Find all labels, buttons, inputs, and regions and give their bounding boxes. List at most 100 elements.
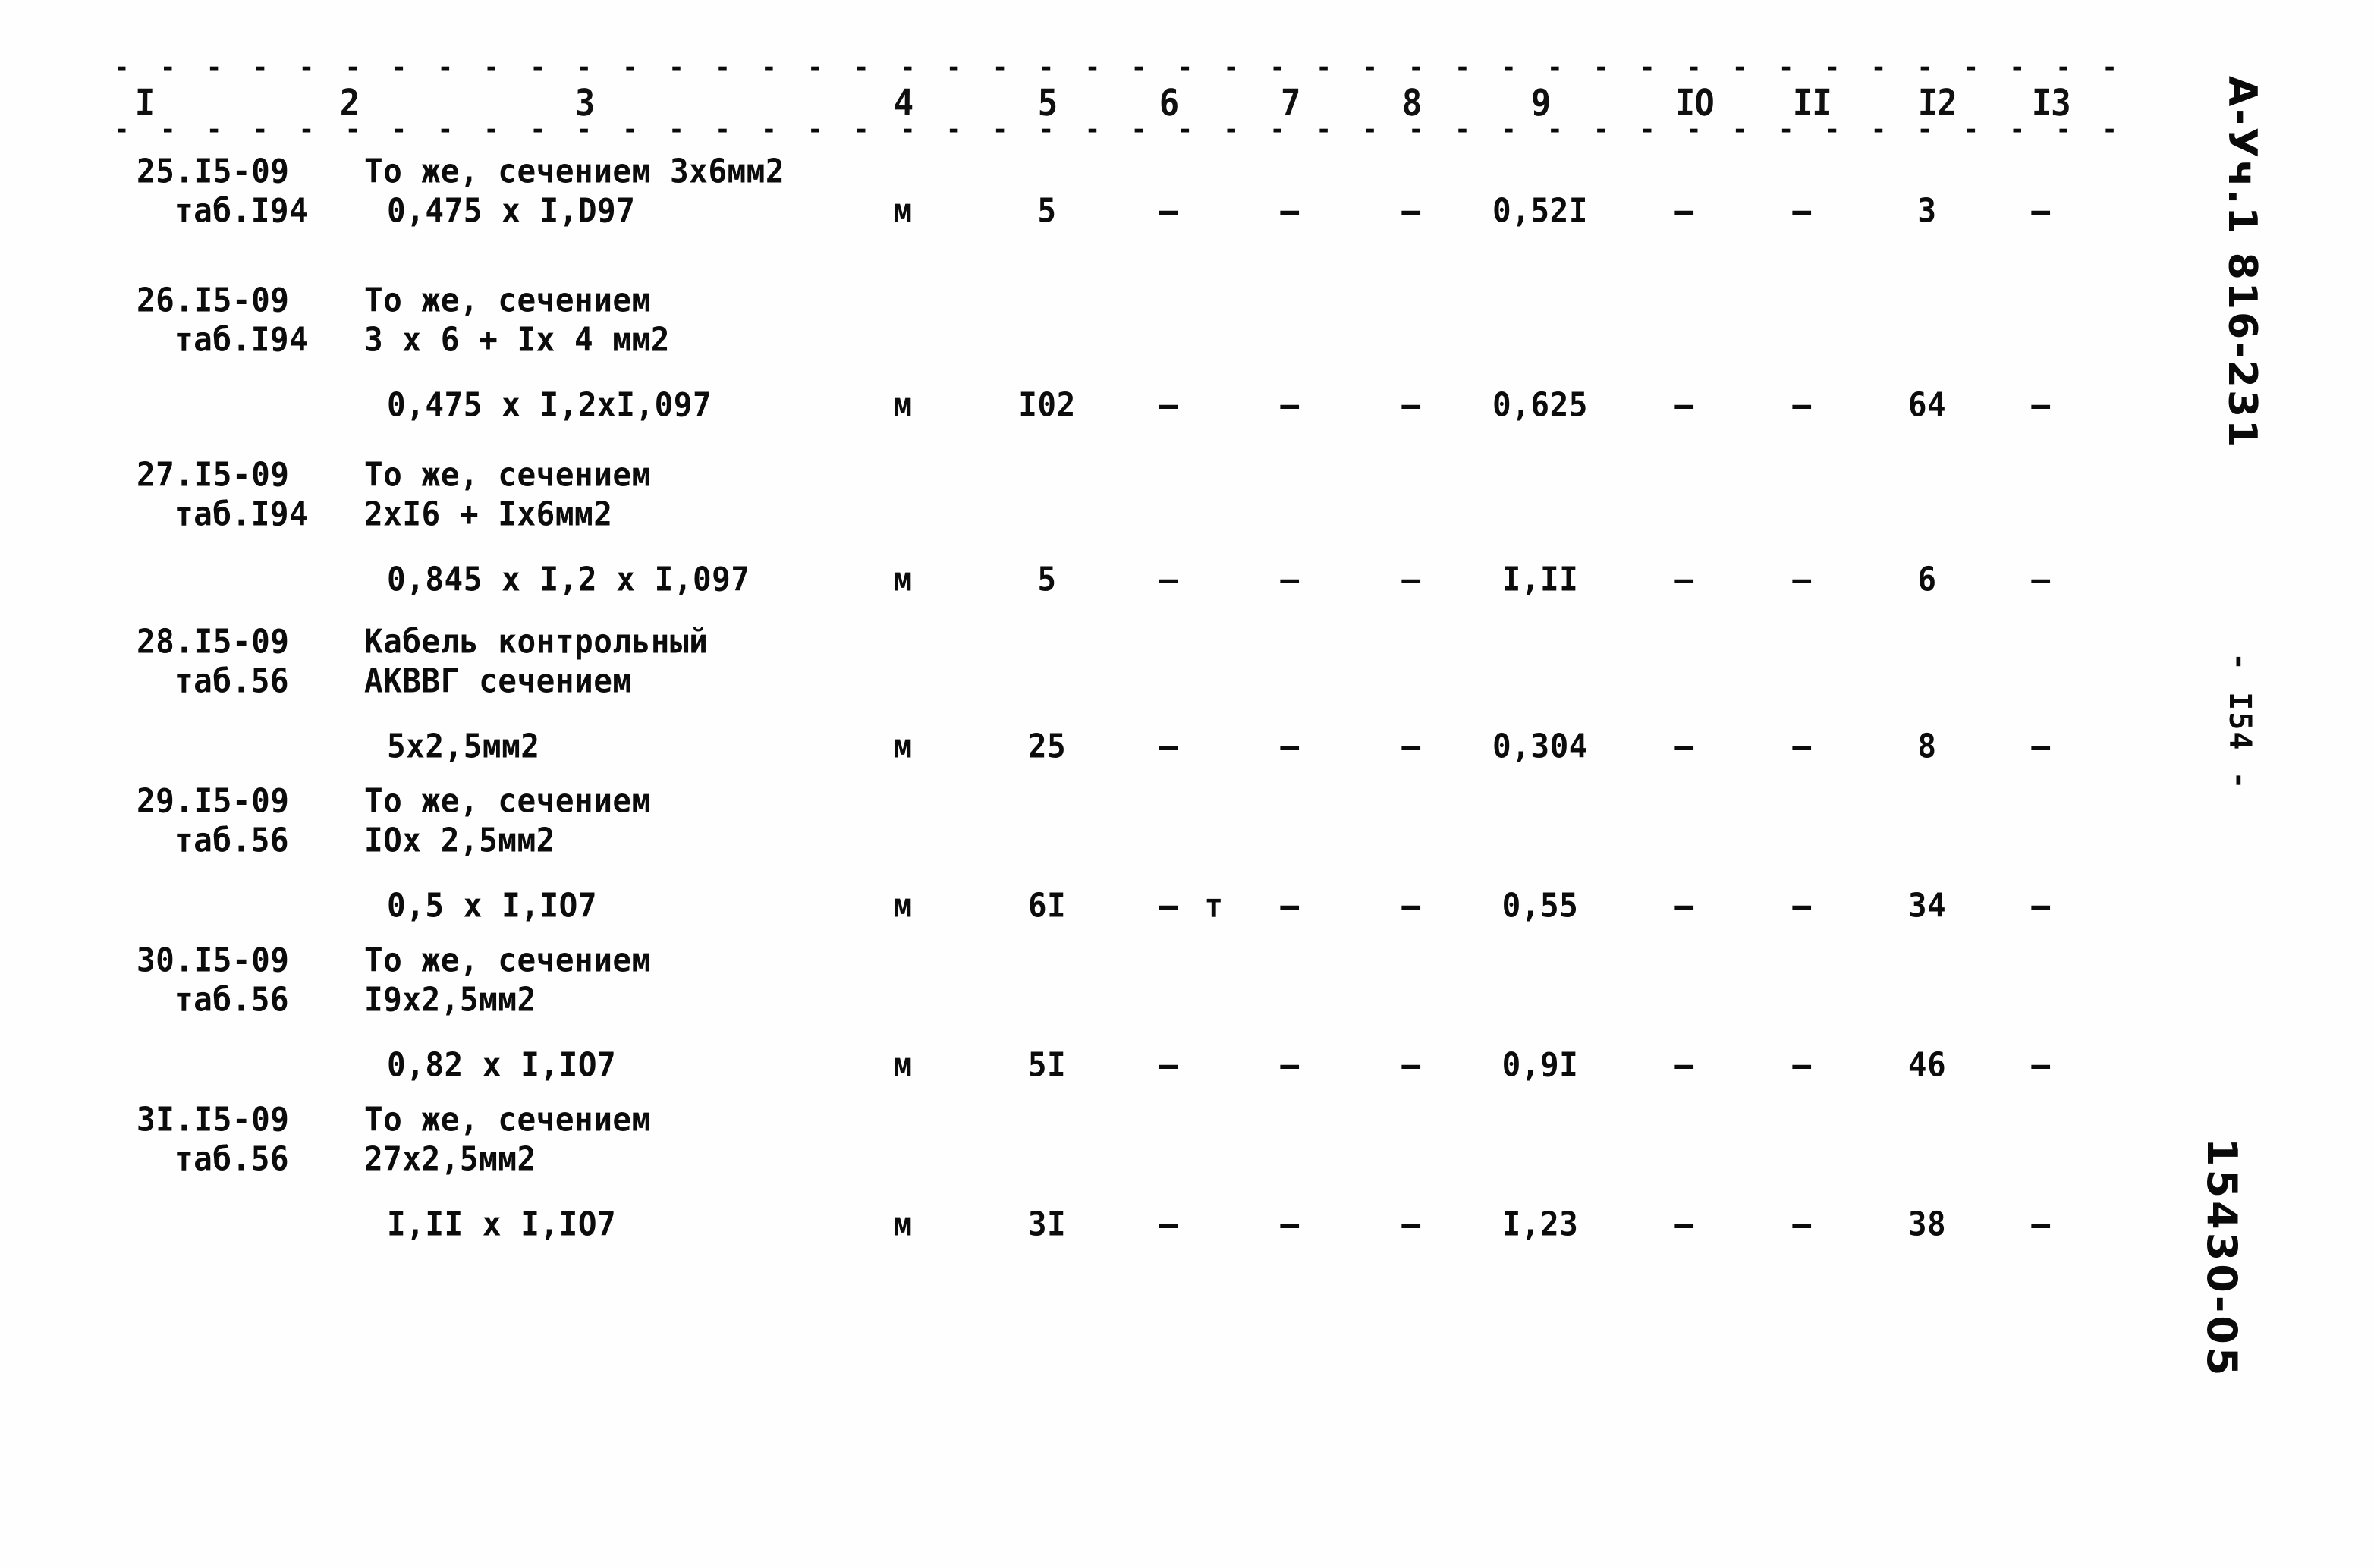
margin-page-number: - I54 - xyxy=(2222,652,2257,791)
row-norm-reference: таб.56 xyxy=(175,980,290,1019)
row-description-line: АКВВГ сечением xyxy=(364,661,632,700)
row-col7: – xyxy=(1280,191,1300,230)
margin-archive-code-top: А-Уч.1 816-231 xyxy=(2219,76,2265,450)
row-col11: – xyxy=(1792,191,1812,230)
row-col6: – xyxy=(1159,560,1178,599)
row-col10: – xyxy=(1674,560,1694,599)
row-norm-reference: таб.56 xyxy=(175,821,290,859)
column-number-6: 6 xyxy=(1159,82,1179,125)
row-unit: м xyxy=(893,560,913,599)
row-col11: – xyxy=(1792,886,1812,925)
row-col9: I,II xyxy=(1501,560,1579,599)
row-col6: – xyxy=(1159,1205,1178,1243)
column-number-5: 5 xyxy=(1037,82,1058,125)
row-col10: – xyxy=(1674,191,1694,230)
row-formula: 0,845 х I,2 х I,097 xyxy=(387,560,750,599)
row-unit: м xyxy=(893,1205,913,1243)
row-col9: 0,304 xyxy=(1492,727,1588,765)
row-col7: – xyxy=(1280,1045,1300,1084)
row-unit: м xyxy=(893,191,913,230)
row-position-number: 3I.I5-09 xyxy=(137,1100,290,1139)
row-col6: – xyxy=(1159,191,1178,230)
header-dashed-rule-bottom: - - - - - - - - - - - - - - - - - - - - … xyxy=(114,126,2147,134)
row-quantity: 3I xyxy=(1027,1205,1067,1243)
row-norm-reference: таб.I94 xyxy=(175,191,309,230)
column-number-2: 2 xyxy=(339,82,360,125)
row-position-number: 25.I5-09 xyxy=(137,152,290,190)
row-description-line: Кабель контрольный xyxy=(364,622,709,661)
row-col7: – xyxy=(1280,385,1300,424)
row-quantity: 5 xyxy=(1037,191,1057,230)
row-col6: – xyxy=(1159,385,1178,424)
row-formula: 0,82 х I,IO7 xyxy=(387,1045,617,1084)
table-column-header-row: I 2 3 4 5 6 7 8 9 IO II I2 I3 xyxy=(114,82,2147,124)
row-col7: – xyxy=(1280,1205,1300,1243)
row-description-line: IOх 2,5мм2 xyxy=(364,821,555,859)
row-description-line: То же, сечением xyxy=(364,1100,651,1139)
row-stray-mark: т xyxy=(1204,886,1224,925)
row-position-number: 26.I5-09 xyxy=(137,281,290,319)
row-description-line: То же, сечением xyxy=(364,455,651,494)
row-col10: – xyxy=(1674,1045,1694,1084)
row-norm-reference: таб.I94 xyxy=(175,495,309,533)
row-quantity: 6I xyxy=(1027,886,1067,925)
row-position-number: 27.I5-09 xyxy=(137,455,290,494)
column-number-4: 4 xyxy=(893,82,913,125)
row-col13: – xyxy=(2031,191,2051,230)
row-col8: – xyxy=(1401,385,1421,424)
row-formula: 0,5 х I,IO7 xyxy=(387,886,598,925)
row-col8: – xyxy=(1401,560,1421,599)
row-col13: – xyxy=(2031,727,2051,765)
row-unit: м xyxy=(893,886,913,925)
row-col10: – xyxy=(1674,385,1694,424)
column-number-7: 7 xyxy=(1280,82,1300,125)
row-col6: – xyxy=(1159,1045,1178,1084)
row-col6: – xyxy=(1159,727,1178,765)
row-col7: – xyxy=(1280,560,1300,599)
row-unit: м xyxy=(893,727,913,765)
row-description-line: 2хI6 + Iх6мм2 xyxy=(364,495,613,533)
row-col13: – xyxy=(2031,1045,2051,1084)
row-quantity: 5 xyxy=(1037,560,1057,599)
row-position-number: 29.I5-09 xyxy=(137,781,290,820)
row-col8: – xyxy=(1401,1205,1421,1243)
row-description-line: То же, сечением 3х6мм2 xyxy=(364,152,785,190)
row-unit: м xyxy=(893,385,913,424)
column-number-10: IO xyxy=(1674,82,1714,125)
row-description-line: 3 х 6 + Iх 4 мм2 xyxy=(364,320,670,359)
row-col9: 0,55 xyxy=(1501,886,1579,925)
row-col9: 0,9I xyxy=(1501,1045,1579,1084)
row-col10: – xyxy=(1674,1205,1694,1243)
row-col11: – xyxy=(1792,560,1812,599)
column-number-11: II xyxy=(1792,82,1832,125)
row-col13: – xyxy=(2031,1205,2051,1243)
row-col11: – xyxy=(1792,727,1812,765)
document-page: - - - - - - - - - - - - - - - - - - - - … xyxy=(0,0,2374,1568)
row-quantity: 25 xyxy=(1027,727,1067,765)
row-col10: – xyxy=(1674,727,1694,765)
row-norm-reference: таб.I94 xyxy=(175,320,309,359)
row-col10: – xyxy=(1674,886,1694,925)
row-norm-reference: таб.56 xyxy=(175,1139,290,1178)
row-formula: 0,475 х I,2хI,097 xyxy=(387,385,712,424)
row-col8: – xyxy=(1401,727,1421,765)
row-col8: – xyxy=(1401,886,1421,925)
margin-archive-code-bottom: 15430-05 xyxy=(2198,1138,2246,1379)
row-description-line: То же, сечением xyxy=(364,941,651,979)
row-formula: 0,475 х I,D97 xyxy=(387,191,636,230)
row-position-number: 30.I5-09 xyxy=(137,941,290,979)
row-col8: – xyxy=(1401,1045,1421,1084)
row-col13: – xyxy=(2031,886,2051,925)
column-number-8: 8 xyxy=(1401,82,1422,125)
row-description-line: То же, сечением xyxy=(364,781,651,820)
row-col9: 0,625 xyxy=(1492,385,1588,424)
row-col13: – xyxy=(2031,560,2051,599)
row-col11: – xyxy=(1792,1205,1812,1243)
column-number-3: 3 xyxy=(574,82,595,125)
row-col11: – xyxy=(1792,385,1812,424)
row-formula: 5х2,5мм2 xyxy=(387,727,540,765)
column-number-12: I2 xyxy=(1917,82,1957,125)
column-number-1: I xyxy=(134,82,155,125)
row-col9: 0,52I xyxy=(1492,191,1588,230)
row-col13: – xyxy=(2031,385,2051,424)
